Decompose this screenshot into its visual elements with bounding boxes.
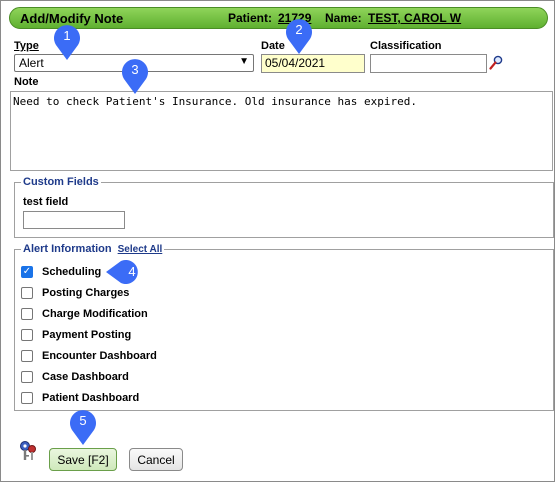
posting-charges-label: Posting Charges [42, 287, 130, 299]
custom-fields-legend: Custom Fields [23, 176, 99, 188]
patient-label: Patient: [228, 11, 273, 25]
note-label: Note [14, 76, 39, 88]
callout-marker-4: 4 [105, 259, 147, 285]
type-label: Type [14, 40, 39, 52]
charge-modification-label: Charge Modification [42, 308, 148, 320]
callout-number: 1 [63, 28, 71, 43]
scheduling-label: Scheduling [42, 266, 102, 278]
alert-information-title: Alert Information [23, 243, 112, 255]
case-dashboard-checkbox[interactable] [21, 371, 33, 383]
patient-dashboard-checkbox[interactable] [21, 392, 33, 404]
patient-dashboard-label: Patient Dashboard [42, 392, 140, 404]
case-dashboard-label: Case Dashboard [42, 371, 129, 383]
callout-number: 2 [295, 22, 303, 37]
posting-charges-checkbox[interactable] [21, 287, 33, 299]
alert-option-payment-posting[interactable]: Payment Posting [21, 327, 131, 343]
encounter-dashboard-label: Encounter Dashboard [42, 350, 157, 362]
callout-marker-2: 2 [284, 17, 314, 55]
patient-name-link[interactable]: TEST, CAROL W [368, 11, 461, 25]
alert-option-scheduling[interactable]: ✓ Scheduling [21, 264, 101, 280]
callout-number: 3 [131, 62, 139, 77]
alert-option-encounter-dashboard[interactable]: Encounter Dashboard [21, 348, 157, 364]
type-select-value: Alert [19, 56, 44, 70]
cancel-button[interactable]: Cancel [129, 448, 183, 471]
alert-option-case-dashboard[interactable]: Case Dashboard [21, 369, 129, 385]
encounter-dashboard-checkbox[interactable] [21, 350, 33, 362]
scheduling-checkbox[interactable]: ✓ [21, 266, 33, 278]
select-all-link[interactable]: Select All [118, 244, 163, 255]
save-button[interactable]: Save [F2] [49, 448, 117, 471]
add-modify-note-dialog: Add/Modify Note Patient: 21729 Name: TES… [0, 0, 555, 482]
magnifier-lookup-icon[interactable] [489, 55, 503, 71]
alert-information-legend: Alert Information Select All [21, 243, 164, 255]
note-textarea[interactable]: Need to check Patient's Insurance. Old i… [10, 91, 553, 171]
classification-field[interactable] [370, 54, 487, 73]
alert-option-charge-modification[interactable]: Charge Modification [21, 306, 148, 322]
classification-label: Classification [370, 40, 442, 52]
keys-icon[interactable] [17, 440, 39, 462]
chevron-down-icon: ▼ [239, 56, 249, 67]
name-label: Name: [325, 11, 362, 25]
callout-marker-1: 1 [52, 23, 82, 61]
callout-number: 4 [128, 264, 136, 279]
charge-modification-checkbox[interactable] [21, 308, 33, 320]
alert-option-patient-dashboard[interactable]: Patient Dashboard [21, 390, 139, 406]
alert-option-posting-charges[interactable]: Posting Charges [21, 285, 129, 301]
date-field[interactable]: 05/04/2021 [261, 54, 365, 73]
payment-posting-label: Payment Posting [42, 329, 132, 341]
callout-marker-5: 5 [68, 408, 98, 446]
test-field-label: test field [23, 196, 69, 208]
test-field-input[interactable] [23, 211, 125, 229]
type-label-text: Type [14, 40, 39, 52]
date-label: Date [261, 40, 285, 52]
payment-posting-checkbox[interactable] [21, 329, 33, 341]
callout-number: 5 [79, 413, 87, 428]
callout-marker-3: 3 [120, 57, 150, 95]
dialog-header: Add/Modify Note Patient: 21729 Name: TES… [9, 7, 548, 29]
